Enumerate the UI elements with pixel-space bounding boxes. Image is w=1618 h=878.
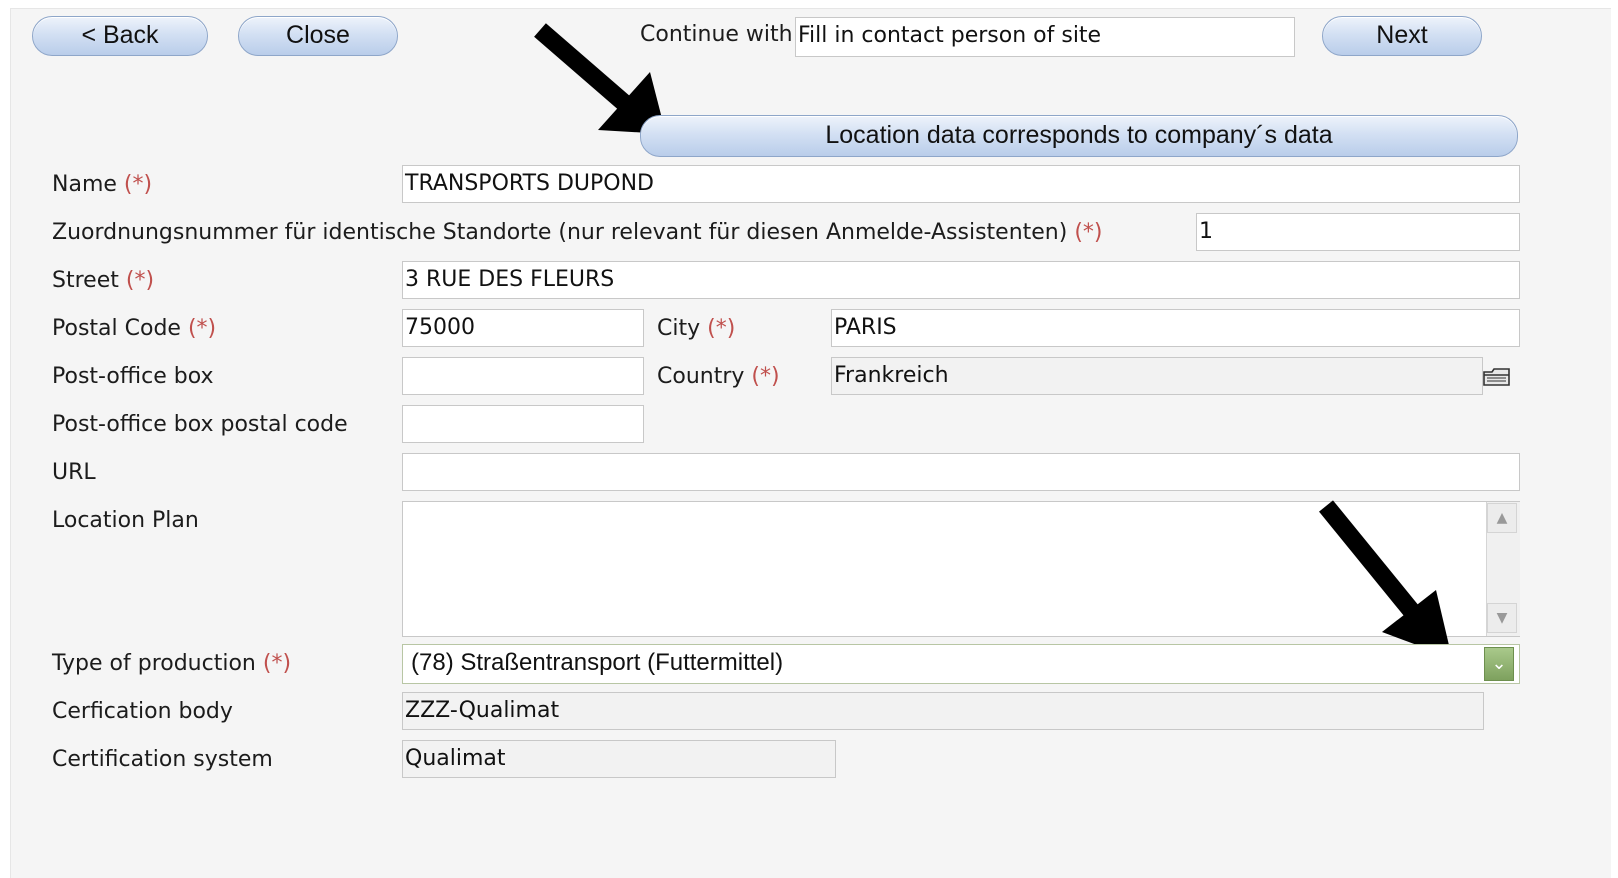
country-label: Country (*) <box>657 364 780 389</box>
name-label: Name (*) <box>52 172 153 197</box>
pobox-postal-code-label: Post-office box postal code <box>52 412 348 437</box>
type-of-production-select[interactable]: (78) Straßentransport (Futtermittel) <box>402 644 1520 684</box>
folder-icon[interactable] <box>1482 366 1512 388</box>
assignment-number-label: Zuordnungsnummer für identische Standort… <box>52 220 1103 245</box>
location-plan-label: Location Plan <box>52 508 199 533</box>
pobox-postal-code-field[interactable] <box>402 405 644 443</box>
chevron-down-icon[interactable]: ⌄ <box>1484 647 1514 681</box>
scroll-down-icon[interactable]: ▼ <box>1487 603 1517 633</box>
street-label: Street (*) <box>52 268 155 293</box>
scroll-up-icon[interactable]: ▲ <box>1487 503 1517 533</box>
city-label: City (*) <box>657 316 736 341</box>
continue-with-field[interactable]: Fill in contact person of site <box>795 17 1295 57</box>
name-field[interactable]: TRANSPORTS DUPOND <box>402 165 1520 203</box>
postal-code-field[interactable]: 75000 <box>402 309 644 347</box>
certification-system-field: Qualimat <box>402 740 836 778</box>
pobox-label: Post-office box <box>52 364 214 389</box>
postal-code-label: Postal Code (*) <box>52 316 217 341</box>
back-button[interactable]: < Back <box>32 16 208 56</box>
close-button[interactable]: Close <box>238 16 398 56</box>
country-field: Frankreich <box>831 357 1483 395</box>
city-field[interactable]: PARIS <box>831 309 1520 347</box>
url-label: URL <box>52 460 96 485</box>
black-arrow-icon <box>1319 500 1452 658</box>
street-field[interactable]: 3 RUE DES FLEURS <box>402 261 1520 299</box>
certification-system-label: Certification system <box>52 747 273 772</box>
certification-body-field: ZZZ-Qualimat <box>402 692 1484 730</box>
location-data-button[interactable]: Location data corresponds to company´s d… <box>640 115 1518 157</box>
next-button[interactable]: Next <box>1322 16 1482 56</box>
pobox-field[interactable] <box>402 357 644 395</box>
type-of-production-label: Type of production (*) <box>52 651 292 676</box>
certification-body-label: Cerfication body <box>52 699 233 724</box>
assignment-number-field[interactable]: 1 <box>1196 213 1520 251</box>
url-field[interactable] <box>402 453 1520 491</box>
